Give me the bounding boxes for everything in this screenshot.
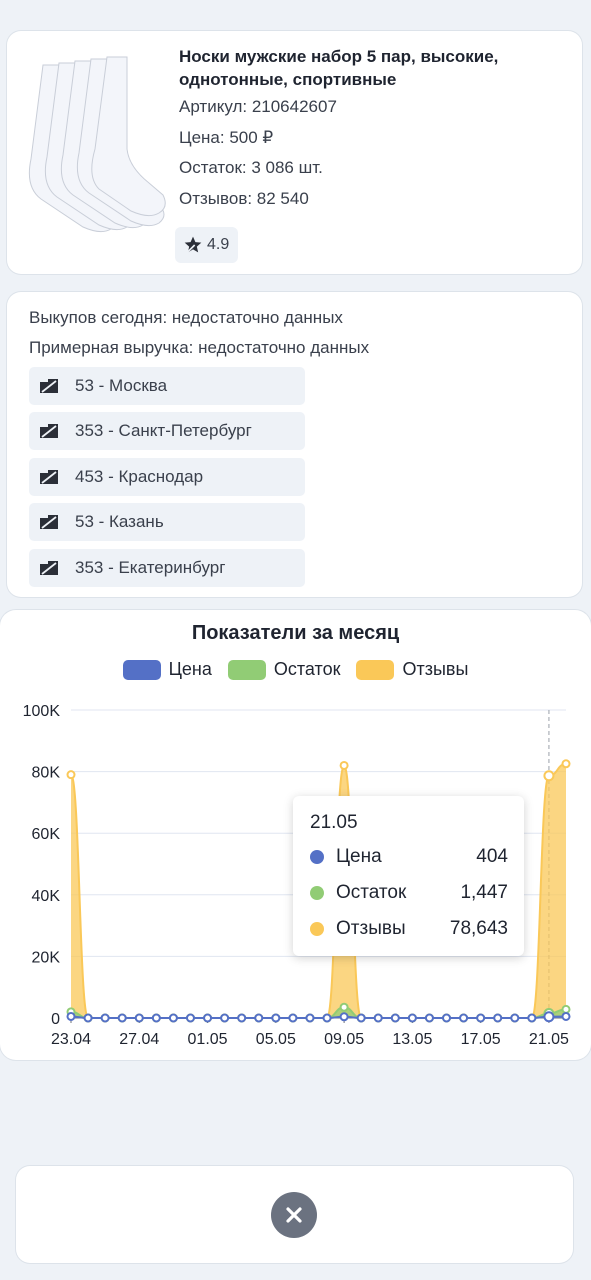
series-line [70,1015,567,1020]
chart-tooltip: 21.05 Цена 404 Остаток 1,447 Отзывы 78,643 [293,796,524,956]
data-point[interactable] [237,1013,247,1023]
tooltip-dot [310,922,324,936]
tooltip-series-value: 78,643 [449,918,508,939]
y-tick-label: 20K [32,949,61,966]
data-point[interactable] [543,1011,555,1023]
y-tick-label: 0 [51,1011,60,1028]
tooltip-dot [310,886,324,900]
data-point[interactable] [83,1013,93,1023]
y-tick-label: 80K [32,765,61,782]
data-point[interactable] [424,1013,434,1023]
data-point[interactable] [203,1013,213,1023]
data-point[interactable] [476,1013,486,1023]
close-icon [286,1207,302,1223]
data-point[interactable] [66,770,76,780]
tooltip-series-value: 1,447 [460,882,508,903]
data-point[interactable] [151,1013,161,1023]
data-point[interactable] [543,770,555,782]
data-point[interactable] [254,1013,264,1023]
data-point[interactable] [561,1004,571,1014]
y-tick-label: 60K [32,826,61,843]
data-point[interactable] [527,1013,537,1023]
data-point[interactable] [305,1013,315,1023]
y-tick-label: 40K [32,888,61,905]
y-tick-label: 100K [23,703,61,720]
data-point[interactable] [220,1013,230,1023]
tooltip-dot [310,850,324,864]
data-point[interactable] [168,1013,178,1023]
x-tick-label: 01.05 [188,1031,228,1048]
data-point[interactable] [185,1013,195,1023]
data-point[interactable] [510,1013,520,1023]
x-tick-label: 09.05 [324,1031,364,1048]
data-point[interactable] [288,1013,298,1023]
x-tick-label: 27.04 [119,1031,159,1048]
data-point[interactable] [561,1011,571,1021]
data-point[interactable] [493,1013,503,1023]
data-point[interactable] [134,1013,144,1023]
tooltip-series-value: 404 [476,846,508,867]
data-point[interactable] [356,1013,366,1023]
data-point[interactable] [66,1011,76,1021]
data-point[interactable] [271,1013,281,1023]
tooltip-row: Остаток 1,447 [310,882,508,904]
data-point[interactable] [339,1012,349,1022]
x-tick-label: 21.05 [529,1031,569,1048]
data-point[interactable] [339,760,349,770]
tooltip-series-name: Отзывы [336,918,406,939]
x-tick-label: 23.04 [51,1031,91,1048]
data-point[interactable] [390,1013,400,1023]
tooltip-date: 21.05 [310,812,358,833]
data-point[interactable] [100,1013,110,1023]
tooltip-series-name: Цена [336,846,382,867]
data-point[interactable] [339,1002,349,1012]
close-button[interactable] [271,1192,317,1238]
data-point[interactable] [442,1013,452,1023]
data-point[interactable] [407,1013,417,1023]
data-point[interactable] [117,1013,127,1023]
data-point[interactable] [459,1013,469,1023]
data-point[interactable] [322,1013,332,1023]
series-area [71,1007,566,1018]
tooltip-row: Цена 404 [310,846,508,868]
data-point[interactable] [561,759,571,769]
bottom-panel [16,1166,573,1263]
data-point[interactable] [373,1013,383,1023]
x-tick-label: 17.05 [461,1031,501,1048]
series-line [70,1006,567,1020]
x-tick-label: 13.05 [392,1031,432,1048]
tooltip-series-name: Остаток [336,882,407,903]
tooltip-row: Отзывы 78,643 [310,918,508,940]
x-tick-label: 05.05 [256,1031,296,1048]
